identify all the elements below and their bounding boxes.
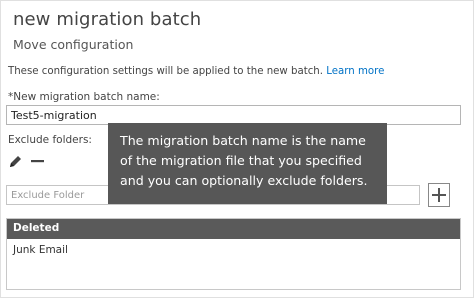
info-text: These configuration settings will be app… bbox=[8, 66, 324, 77]
help-tooltip: The migration batch name is the name of … bbox=[108, 123, 387, 204]
tooltip-line: of the migration file that you specified bbox=[120, 153, 362, 168]
dialog-subtitle: Move configuration bbox=[13, 37, 134, 52]
tooltip-line: The migration batch name is the name bbox=[120, 133, 366, 148]
dialog-window: new migration batch Move configuration T… bbox=[0, 0, 474, 298]
batch-name-input[interactable] bbox=[6, 105, 461, 125]
plus-icon bbox=[432, 188, 446, 202]
batch-name-label: *New migration batch name: bbox=[8, 91, 160, 103]
tooltip-line: and you can optionally exclude folders. bbox=[120, 173, 368, 188]
list-header[interactable]: Deleted bbox=[7, 219, 460, 239]
excluded-folders-list: Deleted Junk Email bbox=[6, 218, 461, 290]
exclude-folders-label: Exclude folders: bbox=[8, 134, 92, 146]
info-text-row: These configuration settings will be app… bbox=[8, 66, 384, 77]
pencil-icon[interactable] bbox=[7, 152, 25, 170]
learn-more-link[interactable]: Learn more bbox=[326, 66, 384, 77]
list-item[interactable]: Junk Email bbox=[7, 239, 460, 256]
dialog-title: new migration batch bbox=[13, 9, 202, 30]
add-folder-button[interactable] bbox=[428, 183, 450, 207]
minus-icon[interactable] bbox=[29, 152, 47, 170]
